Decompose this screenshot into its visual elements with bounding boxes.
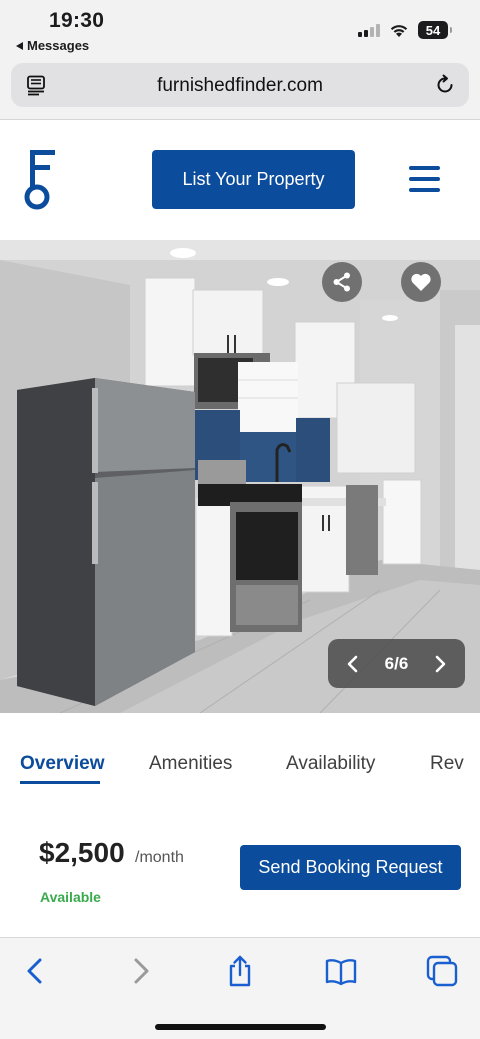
cellular-signal-icon: [358, 23, 380, 37]
availability-status: Available: [40, 889, 101, 905]
site-header: List Your Property: [0, 120, 480, 240]
bookmarks-icon[interactable]: [324, 954, 358, 988]
list-your-property-button[interactable]: List Your Property: [152, 150, 355, 209]
photo-counter: 6/6: [384, 653, 409, 673]
url-text: furnishedfinder.com: [157, 75, 323, 96]
back-icon[interactable]: [19, 954, 53, 988]
wifi-icon: [390, 24, 408, 37]
status-icons: 54: [358, 21, 452, 39]
back-triangle-icon: [16, 41, 23, 50]
address-bar[interactable]: furnishedfinder.com: [11, 63, 469, 107]
hamburger-menu-icon[interactable]: [409, 166, 440, 192]
send-booking-request-button[interactable]: Send Booking Request: [240, 845, 461, 890]
heart-icon: [411, 273, 431, 291]
battery-indicator: 54: [418, 21, 452, 39]
favorite-listing-button[interactable]: [401, 262, 441, 302]
share-page-icon[interactable]: [223, 954, 257, 988]
listing-tabs: Overview Amenities Availability Rev: [0, 713, 480, 797]
status-bar: 19:30 Messages 54: [0, 0, 480, 58]
tab-availability[interactable]: Availability: [286, 753, 375, 775]
share-icon: [333, 272, 350, 292]
tabs-icon[interactable]: [425, 954, 459, 988]
reload-icon[interactable]: [433, 73, 457, 97]
previous-photo-icon[interactable]: [344, 655, 362, 673]
tab-amenities[interactable]: Amenities: [149, 753, 232, 775]
next-photo-icon[interactable]: [431, 655, 449, 673]
price-section: $2,500 /month Available Send Booking Req…: [0, 797, 480, 937]
forward-icon[interactable]: [123, 954, 157, 988]
home-indicator: [155, 1024, 326, 1030]
share-listing-button[interactable]: [322, 262, 362, 302]
furnished-finder-logo-icon[interactable]: [22, 148, 58, 212]
active-tab-indicator: [20, 781, 100, 784]
back-to-app-link[interactable]: Messages: [16, 38, 89, 53]
listing-price: $2,500: [39, 837, 125, 868]
back-app-label: Messages: [27, 38, 90, 53]
price-period: /month: [135, 849, 184, 866]
status-time: 19:30: [49, 9, 105, 32]
browser-address-area: furnishedfinder.com: [0, 58, 480, 120]
photo-pager: 6/6: [328, 639, 465, 688]
tab-overview[interactable]: Overview: [20, 753, 105, 775]
listing-photo[interactable]: 6/6: [0, 240, 480, 713]
browser-toolbar: [0, 937, 480, 1039]
tab-reviews[interactable]: Rev: [430, 753, 464, 775]
